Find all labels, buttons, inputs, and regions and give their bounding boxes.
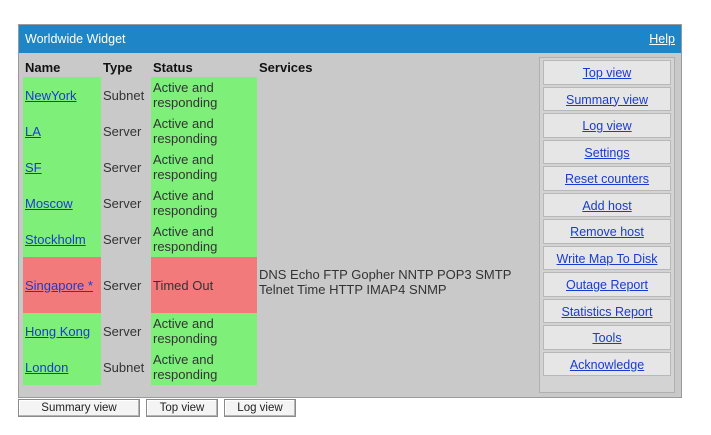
header-type: Type: [103, 59, 133, 75]
host-type: Server: [103, 323, 142, 339]
table-row: SF Server Active and responding: [23, 149, 535, 185]
nav-reset-counters[interactable]: Reset counters: [543, 166, 671, 191]
host-services: [257, 185, 535, 221]
host-services: DNS Echo FTP Gopher NNTP POP3 SMTP Telne…: [259, 267, 512, 297]
host-services: [257, 221, 535, 257]
host-name-cell: London: [23, 349, 101, 385]
host-type: Server: [103, 231, 142, 247]
host-status: Active and responding: [151, 77, 257, 113]
host-type: Server: [103, 159, 142, 175]
host-link[interactable]: Stockholm: [25, 232, 86, 247]
host-status: Active and responding: [151, 221, 257, 257]
host-name-cell: NewYork: [23, 77, 101, 113]
bottom-toolbar: Summary view Top view Log view: [18, 399, 296, 419]
host-status: Active and responding: [151, 313, 257, 349]
hosts-table: Name Type Status Services NewYork Subnet…: [23, 57, 535, 385]
host-name-cell: LA: [23, 113, 101, 149]
host-name-cell: SF: [23, 149, 101, 185]
log-view-button[interactable]: Log view: [224, 399, 296, 417]
host-link[interactable]: Singapore *: [25, 278, 93, 293]
host-services: [257, 77, 535, 113]
host-services: [257, 113, 535, 149]
window-title: Worldwide Widget: [25, 32, 126, 46]
host-name-cell: Moscow: [23, 185, 101, 221]
host-type: Subnet: [103, 87, 145, 103]
header-status: Status: [153, 59, 193, 75]
host-status: Active and responding: [151, 149, 257, 185]
table-row: Moscow Server Active and responding: [23, 185, 535, 221]
host-link[interactable]: London: [25, 360, 68, 375]
host-status: Timed Out: [151, 257, 257, 313]
table-row: LA Server Active and responding: [23, 113, 535, 149]
host-status: Active and responding: [151, 349, 257, 385]
host-status: Active and responding: [151, 113, 257, 149]
table-row: Hong Kong Server Active and responding: [23, 313, 535, 349]
header-services: Services: [259, 59, 313, 75]
table-row: Singapore * Server Timed Out DNS Echo FT…: [23, 257, 535, 313]
host-name-cell: Hong Kong: [23, 313, 101, 349]
nav-summary-view[interactable]: Summary view: [543, 86, 671, 111]
host-status: Active and responding: [151, 185, 257, 221]
host-services: [257, 313, 535, 349]
nav-tools[interactable]: Tools: [543, 325, 671, 350]
host-link[interactable]: SF: [25, 160, 42, 175]
nav-outage-report[interactable]: Outage Report: [543, 272, 671, 297]
host-name-cell: Singapore *: [23, 257, 101, 313]
table-row: NewYork Subnet Active and responding: [23, 77, 535, 113]
top-view-button[interactable]: Top view: [146, 399, 218, 417]
summary-view-button[interactable]: Summary view: [18, 399, 140, 417]
nav-remove-host[interactable]: Remove host: [543, 219, 671, 244]
host-name-cell: Stockholm: [23, 221, 101, 257]
nav-write-map-to-disk[interactable]: Write Map To Disk: [543, 245, 671, 270]
nav-log-view[interactable]: Log view: [543, 113, 671, 138]
host-link[interactable]: LA: [25, 124, 41, 139]
host-link[interactable]: Hong Kong: [25, 324, 90, 339]
host-services: [257, 349, 535, 385]
table-row: London Subnet Active and responding: [23, 349, 535, 385]
nav-add-host[interactable]: Add host: [543, 192, 671, 217]
app-window: Worldwide Widget Help Name Type Status S…: [18, 24, 682, 398]
host-type: Server: [103, 277, 142, 293]
help-link[interactable]: Help: [649, 32, 675, 46]
host-link[interactable]: NewYork: [25, 88, 77, 103]
hosts-panel: Name Type Status Services NewYork Subnet…: [23, 57, 535, 393]
host-type: Server: [103, 195, 142, 211]
host-type: Subnet: [103, 359, 145, 375]
host-link[interactable]: Moscow: [25, 196, 73, 211]
header-name: Name: [25, 59, 61, 75]
nav-top-view[interactable]: Top view: [543, 60, 671, 85]
nav-settings[interactable]: Settings: [543, 139, 671, 164]
host-services: [257, 149, 535, 185]
nav-statistics-report[interactable]: Statistics Report: [543, 298, 671, 323]
nav-acknowledge[interactable]: Acknowledge: [543, 351, 671, 376]
title-bar: Worldwide Widget Help: [19, 25, 681, 53]
side-nav: Top view Summary view Log view Settings …: [539, 57, 675, 393]
host-type: Server: [103, 123, 142, 139]
table-row: Stockholm Server Active and responding: [23, 221, 535, 257]
